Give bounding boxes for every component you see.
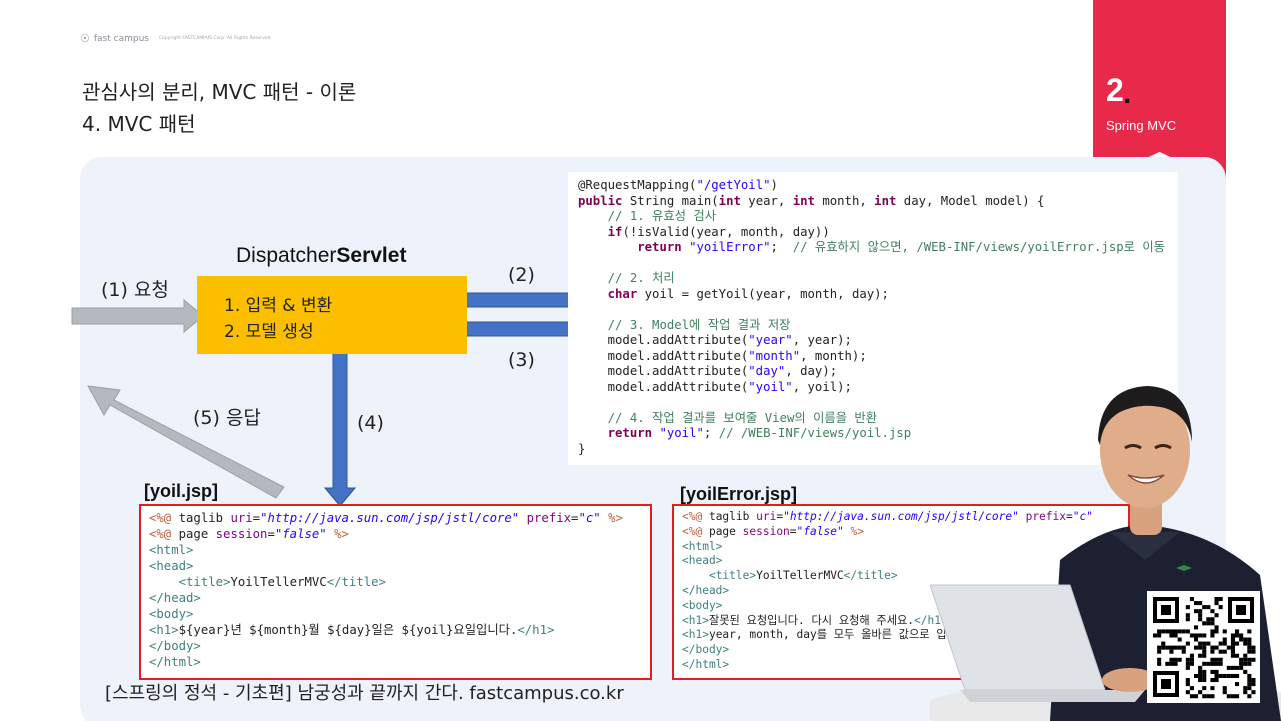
- slide: ☉ fast campus Copyright FASTCAMPUS Corp.…: [0, 0, 1281, 721]
- yoil-jsp-box: <%@ taglib uri="http://java.sun.com/jsp/…: [139, 504, 652, 680]
- arrow-to-view: [323, 341, 357, 507]
- code-line: <%@ page session="false" %>: [149, 527, 349, 541]
- code-line: <html>: [149, 543, 194, 557]
- servlet-title-bold: Servlet: [336, 244, 407, 267]
- dispatcher-servlet-title: DispatcherServlet: [236, 244, 406, 268]
- dispatcher-servlet-box: 1. 입력 & 변환 2. 모델 생성: [197, 276, 467, 354]
- request-arrow: [71, 298, 204, 334]
- step-3-label: (3): [508, 349, 535, 371]
- code-line: <title>YoilTellerMVC</title>: [178, 575, 386, 589]
- yoilerror-jsp-label: [yoilError.jsp]: [680, 484, 798, 504]
- code-line: // 3. Model에 작업 결과 저장: [607, 317, 791, 332]
- code-line: if(!isValid(year, month, day)): [607, 224, 830, 239]
- servlet-step-model: 2. 모델 생성: [224, 322, 314, 342]
- servlet-step-input: 1. 입력 & 변환: [224, 296, 333, 316]
- step-1-label: (1) 요청: [101, 279, 169, 301]
- qr-code-icon: [1153, 597, 1256, 699]
- code-line: </body>: [149, 639, 201, 653]
- code-line: return "yoilError"; // 유효하지 않으면, /WEB-IN…: [637, 240, 1165, 254]
- qr-code: [1147, 591, 1260, 703]
- yoil-jsp-code: <%@ taglib uri="http://java.sun.com/jsp/…: [149, 510, 623, 670]
- step-4-label: (4): [357, 412, 384, 434]
- yoil-jsp-label: [yoil.jsp]: [144, 481, 219, 501]
- code-line: <h1>${year}년 ${month}월 ${day}일은 ${yoil}요…: [149, 623, 555, 637]
- code-line: </head>: [149, 591, 201, 605]
- step-5-label: (5) 응답: [193, 407, 261, 429]
- servlet-title-plain: Dispatcher: [236, 244, 337, 267]
- code-line: public String main(int year, int month, …: [578, 193, 1045, 208]
- footer-text: [스프링의 정석 - 기초편] 남궁성과 끝까지 간다. fastcampus.…: [105, 683, 624, 704]
- code-line: // 2. 처리: [607, 271, 675, 285]
- step-2-label: (2): [508, 264, 535, 286]
- code-line: // 1. 유효성 검사: [607, 209, 717, 223]
- code-line: </html>: [149, 655, 201, 669]
- code-line: <%@ taglib uri="http://java.sun.com/jsp/…: [149, 511, 623, 525]
- code-line: char yoil = getYoil(year, month, day);: [607, 286, 889, 301]
- code-line: <body>: [149, 607, 194, 621]
- code-line: @RequestMapping("/getYoil"): [578, 178, 778, 192]
- code-line: model.addAttribute("year", year);: [578, 333, 852, 347]
- code-line: <head>: [149, 559, 194, 573]
